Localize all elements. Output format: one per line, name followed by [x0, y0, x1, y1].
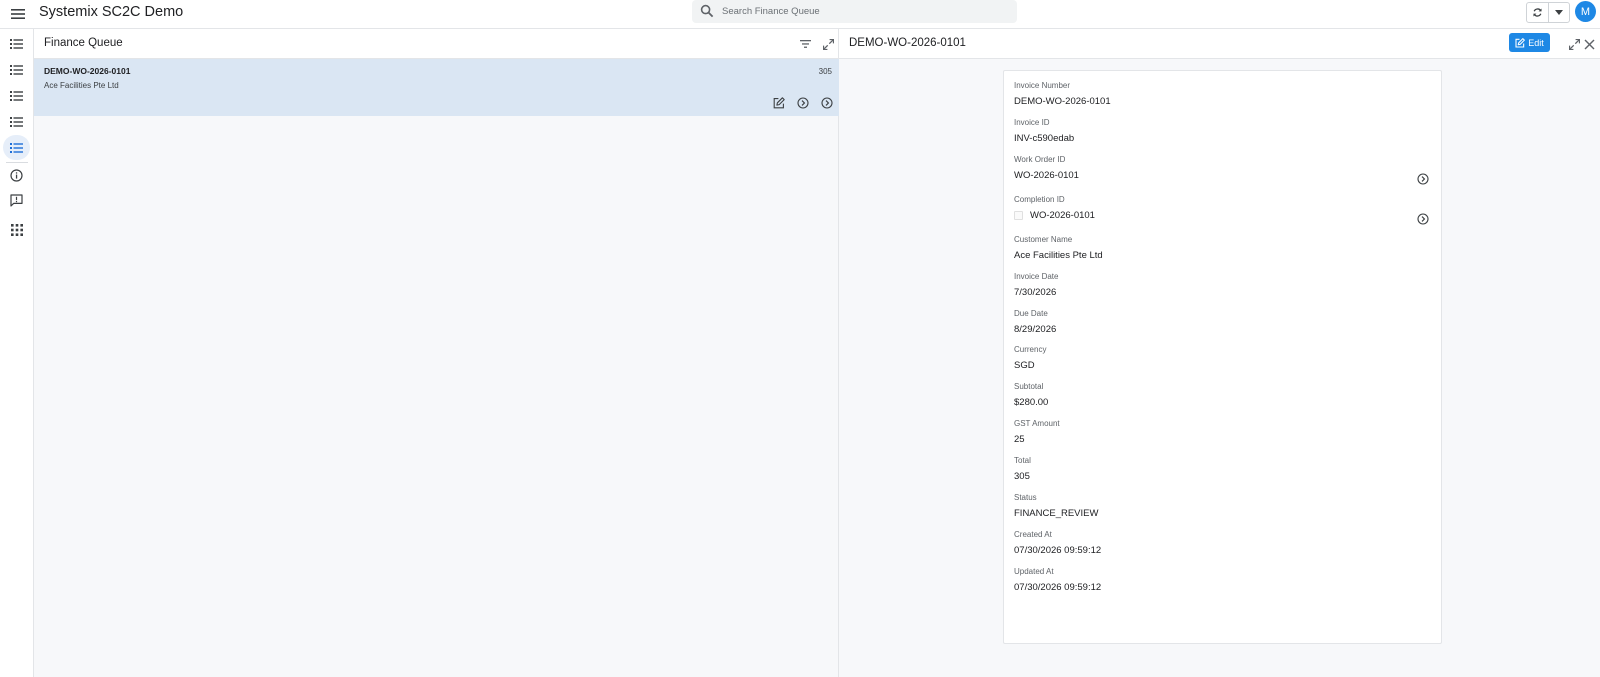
- row-total: 305: [818, 67, 832, 76]
- menu-icon[interactable]: [5, 2, 31, 26]
- field-status: Status FINANCE_REVIEW: [1014, 493, 1434, 519]
- field-value: SGD: [1014, 360, 1035, 371]
- field-subtotal: Subtotal $280.00: [1014, 382, 1434, 408]
- invoice-details-card: Invoice Number DEMO-WO-2026-0101 Invoice…: [1003, 70, 1442, 644]
- field-value: WO-2026-0101: [1030, 210, 1095, 221]
- nav-rail: [0, 29, 34, 677]
- close-icon[interactable]: [1581, 36, 1597, 52]
- field-label: Currency: [1014, 345, 1047, 354]
- field-invoice-date: Invoice Date 7/30/2026: [1014, 272, 1434, 298]
- field-label: Customer Name: [1014, 235, 1073, 244]
- row-title: DEMO-WO-2026-0101: [44, 66, 131, 76]
- list-icon[interactable]: [3, 135, 30, 160]
- list-icon[interactable]: [3, 83, 30, 108]
- field-customer-name: Customer Name Ace Facilities Pte Ltd: [1014, 235, 1434, 261]
- chevron-circle-icon[interactable]: [1416, 212, 1430, 226]
- field-value: 07/30/2026 09:59:12: [1014, 582, 1102, 593]
- field-label: Status: [1014, 493, 1037, 502]
- field-label: Completion ID: [1014, 195, 1065, 204]
- expand-icon[interactable]: [820, 36, 836, 52]
- app-title: Systemix SC2C Demo: [39, 4, 184, 20]
- field-value: 25: [1014, 434, 1025, 445]
- field-updated-at: Updated At 07/30/2026 09:59:12: [1014, 567, 1434, 593]
- field-currency: Currency SGD: [1014, 345, 1434, 371]
- field-label: Due Date: [1014, 309, 1048, 318]
- apps-grid-icon[interactable]: [3, 217, 30, 242]
- caret-down-icon[interactable]: [1549, 3, 1569, 22]
- sync-button-group: [1526, 2, 1570, 23]
- queue-header: Finance Queue: [34, 29, 838, 59]
- field-value: 8/29/2026: [1014, 324, 1057, 335]
- reference-thumbnail: [1014, 211, 1023, 220]
- field-label: Subtotal: [1014, 382, 1044, 391]
- field-created-at: Created At 07/30/2026 09:59:12: [1014, 530, 1434, 556]
- detail-header: DEMO-WO-2026-0101 Edit: [839, 29, 1600, 59]
- edit-icon: [1515, 37, 1526, 48]
- field-value: 7/30/2026: [1014, 287, 1057, 298]
- field-label: Invoice ID: [1014, 118, 1050, 127]
- field-label: Total: [1014, 456, 1031, 465]
- app-bar: Systemix SC2C Demo M: [0, 0, 1600, 29]
- detail-title: DEMO-WO-2026-0101: [849, 37, 966, 49]
- field-due-date: Due Date 8/29/2026: [1014, 309, 1434, 335]
- list-icon[interactable]: [3, 109, 30, 134]
- chevron-circle-icon[interactable]: [796, 96, 810, 110]
- search-box[interactable]: [692, 0, 1017, 23]
- feedback-icon[interactable]: [3, 188, 30, 213]
- field-label: Updated At: [1014, 567, 1054, 576]
- list-icon[interactable]: [3, 57, 30, 82]
- field-label: GST Amount: [1014, 419, 1060, 428]
- expand-icon[interactable]: [1566, 36, 1582, 52]
- field-work-order-id: Work Order ID WO-2026-0101: [1014, 155, 1434, 185]
- filter-icon[interactable]: [797, 36, 813, 52]
- field-value-row: WO-2026-0101: [1014, 210, 1434, 221]
- edit-icon[interactable]: [772, 96, 786, 110]
- field-value: $280.00: [1014, 397, 1049, 408]
- field-label: Invoice Date: [1014, 272, 1059, 281]
- field-label: Invoice Number: [1014, 81, 1071, 90]
- field-value: INV-c590edab: [1014, 133, 1075, 144]
- sync-icon[interactable]: [1527, 3, 1549, 22]
- invoice-detail-panel: DEMO-WO-2026-0101 Edit Invoice Number DE…: [839, 29, 1600, 677]
- field-label: Created At: [1014, 530, 1052, 539]
- avatar[interactable]: M: [1575, 1, 1596, 22]
- search-input[interactable]: [722, 0, 1007, 23]
- field-gst-amount: GST Amount 25: [1014, 419, 1434, 445]
- edit-button-label: Edit: [1528, 37, 1544, 48]
- info-icon[interactable]: [3, 163, 30, 188]
- search-icon: [700, 4, 714, 18]
- edit-button[interactable]: Edit: [1509, 33, 1550, 52]
- field-total: Total 305: [1014, 456, 1434, 482]
- field-value: 07/30/2026 09:59:12: [1014, 545, 1102, 556]
- field-label: Work Order ID: [1014, 155, 1066, 164]
- finance-queue-panel: Finance Queue DEMO-WO-2026-0101 Ace Faci…: [34, 29, 839, 677]
- field-value: FINANCE_REVIEW: [1014, 508, 1099, 519]
- field-value: DEMO-WO-2026-0101: [1014, 96, 1111, 107]
- list-item[interactable]: DEMO-WO-2026-0101 Ace Facilities Pte Ltd…: [34, 59, 839, 116]
- field-value: WO-2026-0101: [1014, 170, 1079, 181]
- field-value: Ace Facilities Pte Ltd: [1014, 250, 1103, 261]
- list-icon[interactable]: [3, 31, 30, 56]
- field-value: 305: [1014, 471, 1030, 482]
- field-invoice-id: Invoice ID INV-c590edab: [1014, 118, 1434, 144]
- field-invoice-number: Invoice Number DEMO-WO-2026-0101: [1014, 81, 1434, 107]
- row-subtitle: Ace Facilities Pte Ltd: [44, 81, 119, 90]
- chevron-circle-icon[interactable]: [1416, 172, 1430, 186]
- field-completion-id: Completion ID WO-2026-0101: [1014, 195, 1434, 225]
- chevron-circle-icon[interactable]: [820, 96, 834, 110]
- panel-title: Finance Queue: [44, 37, 123, 49]
